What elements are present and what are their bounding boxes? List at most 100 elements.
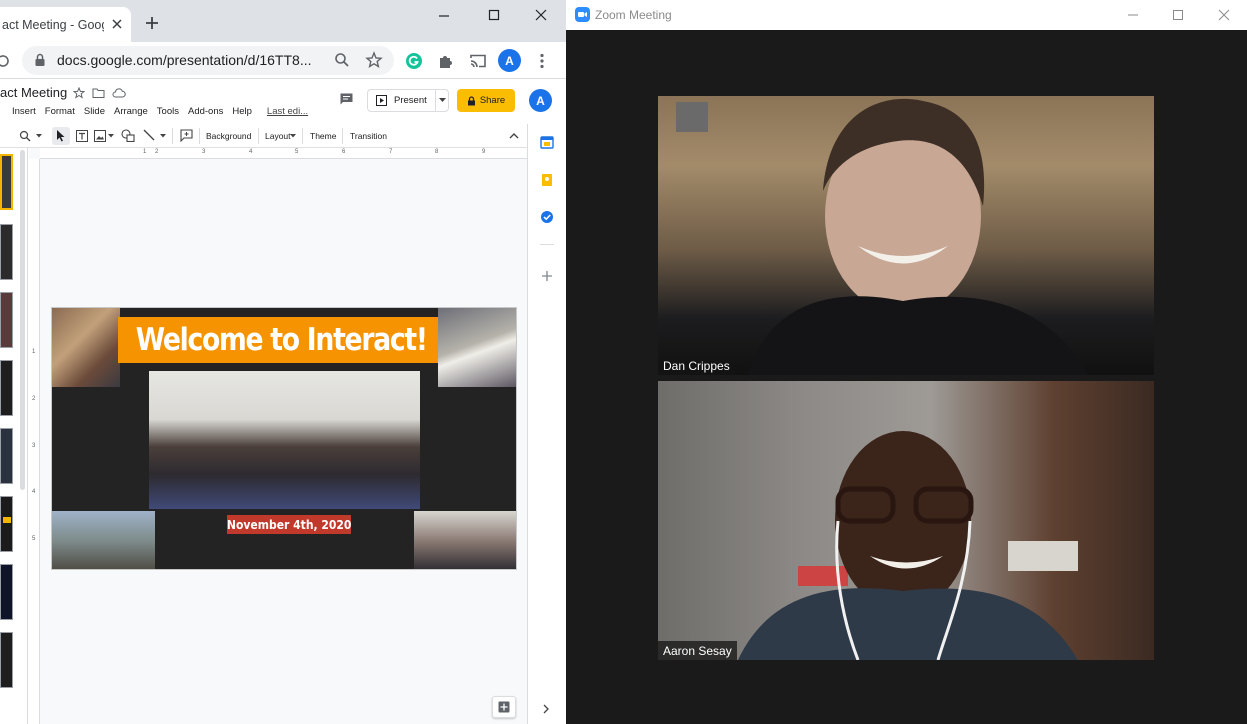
line-dropdown-icon[interactable] <box>160 134 166 138</box>
side-panel-divider <box>540 244 554 245</box>
slide-title-box[interactable]: Welcome to Interact! <box>118 317 445 363</box>
share-button[interactable]: Share <box>457 89 515 112</box>
browser-toolbar: docs.google.com/presentation/d/16TT8... … <box>0 42 566 79</box>
grammarly-icon[interactable] <box>405 52 423 70</box>
present-button[interactable]: Present <box>367 89 449 112</box>
calendar-icon[interactable] <box>540 135 554 149</box>
present-icon <box>376 95 387 106</box>
menu-help[interactable]: Help <box>232 106 252 117</box>
background-button[interactable]: Background <box>206 131 251 141</box>
menu-insert[interactable]: Insert <box>12 106 36 117</box>
slide-thumbnail[interactable] <box>0 224 13 280</box>
slide-thumbnail[interactable] <box>0 428 13 484</box>
text-box-icon[interactable] <box>76 130 88 142</box>
ruler-label: 3 <box>32 443 36 449</box>
minimize-icon[interactable] <box>433 6 455 24</box>
line-tool-icon[interactable] <box>143 129 155 141</box>
present-dropdown-icon[interactable] <box>439 98 446 103</box>
photo-bottom-left <box>52 511 155 569</box>
tasks-icon[interactable] <box>540 210 554 224</box>
menu-arrange[interactable]: Arrange <box>114 106 148 117</box>
slide-thumbnail[interactable] <box>0 632 13 688</box>
bookmark-star-icon[interactable] <box>365 51 383 69</box>
keep-icon[interactable] <box>540 173 554 187</box>
star-icon[interactable] <box>73 87 85 99</box>
participant-name-tag: Aaron Sesay <box>658 641 737 660</box>
zoom-window-title: Zoom Meeting <box>595 8 672 22</box>
ruler-label: 6 <box>342 149 346 155</box>
present-label: Present <box>394 95 427 106</box>
image-icon[interactable] <box>94 130 106 142</box>
reload-icon[interactable] <box>0 52 12 70</box>
menu-addons[interactable]: Add-ons <box>188 106 223 117</box>
ruler-label: 2 <box>155 149 159 155</box>
image-dropdown-icon[interactable] <box>108 134 114 138</box>
slide-thumbnail[interactable] <box>0 292 13 348</box>
more-menu-icon[interactable] <box>533 52 551 70</box>
participant-video-2[interactable]: Aaron Sesay <box>658 381 1154 660</box>
expand-panel-icon[interactable] <box>542 704 550 714</box>
extensions-puzzle-icon[interactable] <box>437 52 455 70</box>
shape-icon[interactable] <box>121 129 135 142</box>
select-tool-highlight[interactable] <box>52 127 70 145</box>
participant-1-name: Dan Crippes <box>663 358 730 373</box>
toolbar-separator <box>258 128 259 144</box>
cast-icon[interactable] <box>469 52 487 70</box>
slide-thumbnail[interactable] <box>0 360 13 416</box>
menu-format[interactable]: Format <box>45 106 75 117</box>
ruler-label: 5 <box>295 149 299 155</box>
group-photo <box>149 371 420 509</box>
last-edit-link[interactable]: Last edi... <box>267 106 308 117</box>
menu-slide[interactable]: Slide <box>84 106 105 117</box>
profile-avatar[interactable]: A <box>498 49 521 72</box>
close-tab-icon[interactable] <box>110 17 124 31</box>
collapse-toolbar-icon[interactable] <box>509 132 519 139</box>
zoom-tool-icon[interactable] <box>19 130 31 142</box>
participant-2-name: Aaron Sesay <box>663 643 732 658</box>
theme-button[interactable]: Theme <box>310 131 336 141</box>
explore-button[interactable] <box>492 696 516 718</box>
ruler-label: 3 <box>202 149 206 155</box>
slide-thumbnail[interactable] <box>0 154 13 210</box>
side-panel <box>527 124 566 724</box>
participant-name-tag: Dan Crippes <box>658 356 735 375</box>
share-lock-icon <box>467 95 475 105</box>
maximize-icon[interactable] <box>483 6 505 24</box>
toolbar-separator <box>342 128 343 144</box>
ruler-label: 4 <box>249 149 253 155</box>
menu-tools[interactable]: Tools <box>157 106 179 117</box>
move-folder-icon[interactable] <box>92 87 105 99</box>
document-title[interactable]: act Meeting <box>0 85 67 100</box>
photo-top-left <box>52 308 120 387</box>
user-avatar[interactable]: A <box>529 89 552 112</box>
zoom-maximize-icon[interactable] <box>1171 8 1185 22</box>
toolbar-separator <box>199 128 200 144</box>
zoom-lens-icon[interactable] <box>333 51 351 69</box>
layout-button[interactable]: Layout <box>265 131 291 141</box>
layout-dropdown-icon[interactable] <box>290 134 296 138</box>
ruler-label: 1 <box>32 349 36 355</box>
thumb-accent <box>3 517 11 523</box>
menu-bar: Insert Format Slide Arrange Tools Add-on… <box>0 106 308 117</box>
address-bar[interactable]: docs.google.com/presentation/d/16TT8... <box>22 46 394 75</box>
slide-thumbnail[interactable] <box>0 496 13 552</box>
editing-toolbar: Background Layout Theme Transition <box>0 124 527 148</box>
new-tab-icon[interactable] <box>144 15 160 31</box>
url-text: docs.google.com/presentation/d/16TT8... <box>57 52 312 68</box>
add-addon-icon[interactable] <box>541 270 553 282</box>
zoom-dropdown-icon[interactable] <box>36 134 42 138</box>
zoom-close-icon[interactable] <box>1217 8 1231 22</box>
zoom-minimize-icon[interactable] <box>1126 8 1140 22</box>
add-comment-icon[interactable] <box>180 129 193 142</box>
slide-thumbnail[interactable] <box>0 564 13 620</box>
lock-icon <box>35 53 45 66</box>
participant-video-1[interactable]: Dan Crippes <box>658 96 1154 375</box>
current-slide[interactable]: Welcome to Interact! November 4th, 2020 <box>51 307 517 570</box>
browser-tab[interactable]: act Meeting - Goog <box>0 7 131 42</box>
close-window-icon[interactable] <box>530 6 552 24</box>
comments-icon[interactable] <box>339 92 354 106</box>
slide-date: November 4th, 2020 <box>226 517 352 532</box>
filmstrip-scrollbar[interactable] <box>20 150 25 490</box>
transition-button[interactable]: Transition <box>350 131 387 141</box>
slide-date-box[interactable]: November 4th, 2020 <box>227 515 351 534</box>
